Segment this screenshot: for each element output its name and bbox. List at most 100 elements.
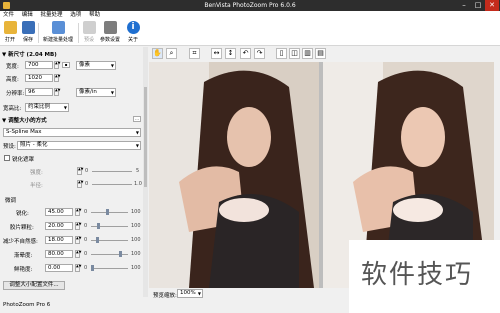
radius-stepper[interactable]: ▲▼ [77,180,83,188]
film-grain-input[interactable]: 20.00 [45,222,73,230]
sharpness-stepper[interactable]: ▲▼ [75,208,81,216]
single-view-icon[interactable]: ▯ [276,48,287,59]
maximize-button[interactable]: □ [471,0,485,11]
vibrance-input[interactable]: 0.00 [45,264,73,272]
save-icon [21,21,35,34]
panel-scrollbar[interactable] [143,47,148,297]
film-grain-label: 胶片颗粒: [10,225,34,231]
width-unit-select[interactable]: 像素 ▼ [76,61,116,70]
width-lock[interactable]: ▪ [62,62,70,68]
folder-icon [3,21,17,34]
sharpen-checkbox[interactable] [4,155,10,161]
menu-help[interactable]: 帮助 [86,11,103,20]
radius-label: 半径: [30,183,43,189]
minimize-button[interactable]: – [457,0,471,11]
menu-edit[interactable]: 编辑 [19,11,36,20]
settings-button[interactable]: 参数设置 [98,21,122,45]
artifact-stepper[interactable]: ▲▼ [75,236,81,244]
status-bar: PhotoZoom Pro 6 [0,299,148,313]
zoom-tool-icon[interactable]: ⌕ [166,48,177,59]
vignette-stepper[interactable]: ▲▼ [75,250,81,258]
new-batch-button[interactable]: 新建批量处理 [41,21,75,45]
width-input[interactable]: 700 [25,61,53,69]
vibrance-slider[interactable] [91,268,128,269]
menu-options[interactable]: 选项 [67,11,84,20]
vibrance-knob[interactable] [91,265,94,271]
rotate-right-icon[interactable]: ↷ [254,48,265,59]
preset-select[interactable]: 照片 - 柔化 ▼ [17,141,141,150]
width-stepper[interactable]: ▲▼ [54,61,60,69]
fine-tune-label: 微调 [5,198,17,204]
toolbar-separator [78,23,79,43]
vibrance-stepper[interactable]: ▲▼ [75,264,81,272]
resolution-input[interactable]: 96 [25,88,53,96]
vignette-knob[interactable] [119,251,122,257]
vignette-label: 渐晕度: [14,253,33,259]
preset-label: 预设: [3,144,16,150]
height-stepper[interactable]: ▲▼ [54,74,60,82]
aspect-select[interactable]: 约束比例 ▼ [25,103,69,112]
menu-file[interactable]: 文件 [0,11,17,20]
scroll-thumb[interactable] [144,87,147,187]
artifact-input[interactable]: 18.00 [45,236,73,244]
sharpness-knob[interactable] [106,209,109,215]
resolution-stepper[interactable]: ▲▼ [54,88,60,96]
film-grain-tick-high: 100 [131,223,141,229]
menu-bar: 文件 编辑 批量处理 选项 帮助 [0,11,500,20]
radius-slider[interactable] [92,184,132,185]
artifact-tick-low: 0 [84,237,88,243]
fit-width-icon[interactable]: ↔ [211,48,222,59]
film-grain-stepper[interactable]: ▲▼ [75,222,81,230]
save-button[interactable]: 保存 [21,21,35,45]
settings-label: 参数设置 [99,37,120,43]
crop-icon[interactable]: ⌗ [189,48,200,59]
toolbar: 打开 保存 新建批量处理 预设 参数设置 i 关于 [0,20,500,46]
film-grain-knob[interactable] [97,223,100,229]
vignette-input[interactable]: 80.00 [45,250,73,258]
split-vertical-icon[interactable]: ◫ [289,48,300,59]
method-header[interactable]: ▼ 调整大小的方式 [2,116,47,124]
width-unit-value: 像素 [79,62,91,68]
radius-tick-high: 1.0 [134,181,142,187]
batch-label: 新建批量处理 [42,37,73,43]
strength-stepper[interactable]: ▲▼ [77,167,83,175]
preview-zoom-value: 100% [180,290,196,296]
close-button[interactable]: ✕ [485,0,499,11]
rotate-left-icon[interactable]: ↶ [240,48,251,59]
vignette-slider[interactable] [91,254,128,255]
window-title: BenVista PhotoZoom Pro 6.0.6 [204,2,296,9]
sharpness-input[interactable]: 45.00 [45,208,73,216]
sharpness-slider[interactable] [91,212,128,213]
preview-zoom-select[interactable]: 100% ▼ [177,289,203,298]
film-grain-tick-low: 0 [84,223,88,229]
split-horizontal-icon[interactable]: ▤ [315,48,326,59]
about-label: 关于 [127,37,138,43]
preset-button[interactable]: 预设 [82,21,96,45]
vibrance-tick-low: 0 [84,265,88,271]
strength-tick-low: 0 [85,168,89,174]
about-button[interactable]: i 关于 [126,21,140,45]
adjust-profile-button[interactable]: 调整大小配置文件... [3,281,65,290]
artifact-label: 减少不自然感: [3,239,38,245]
strength-slider[interactable] [92,171,132,172]
side-by-side-icon[interactable]: ▥ [302,48,313,59]
hand-tool-icon[interactable]: ✋ [152,48,163,59]
toolbar-separator [38,23,39,43]
new-size-header[interactable]: ▼ 新尺寸 (2.04 MB) [2,50,57,58]
method-select[interactable]: S-Spline Max ▼ [3,128,141,137]
original-preview [149,62,319,288]
artifact-knob[interactable] [96,237,99,243]
method-more-button[interactable]: … [133,116,141,122]
resolution-label: 分辨率: [6,91,25,97]
preset-label: 预设 [83,37,94,43]
vibrance-tick-high: 100 [131,265,141,271]
radius-tick-low: 0 [85,181,89,187]
printer-icon [82,21,96,34]
fit-height-icon[interactable]: ↕ [225,48,236,59]
height-input[interactable]: 1020 [25,74,53,82]
resolution-unit-select[interactable]: 像素/in ▼ [76,88,116,97]
watermark-text: 软件技巧 [361,260,474,290]
open-button[interactable]: 打开 [3,21,17,45]
menu-batch[interactable]: 批量处理 [38,11,66,20]
open-label: 打开 [4,37,15,43]
